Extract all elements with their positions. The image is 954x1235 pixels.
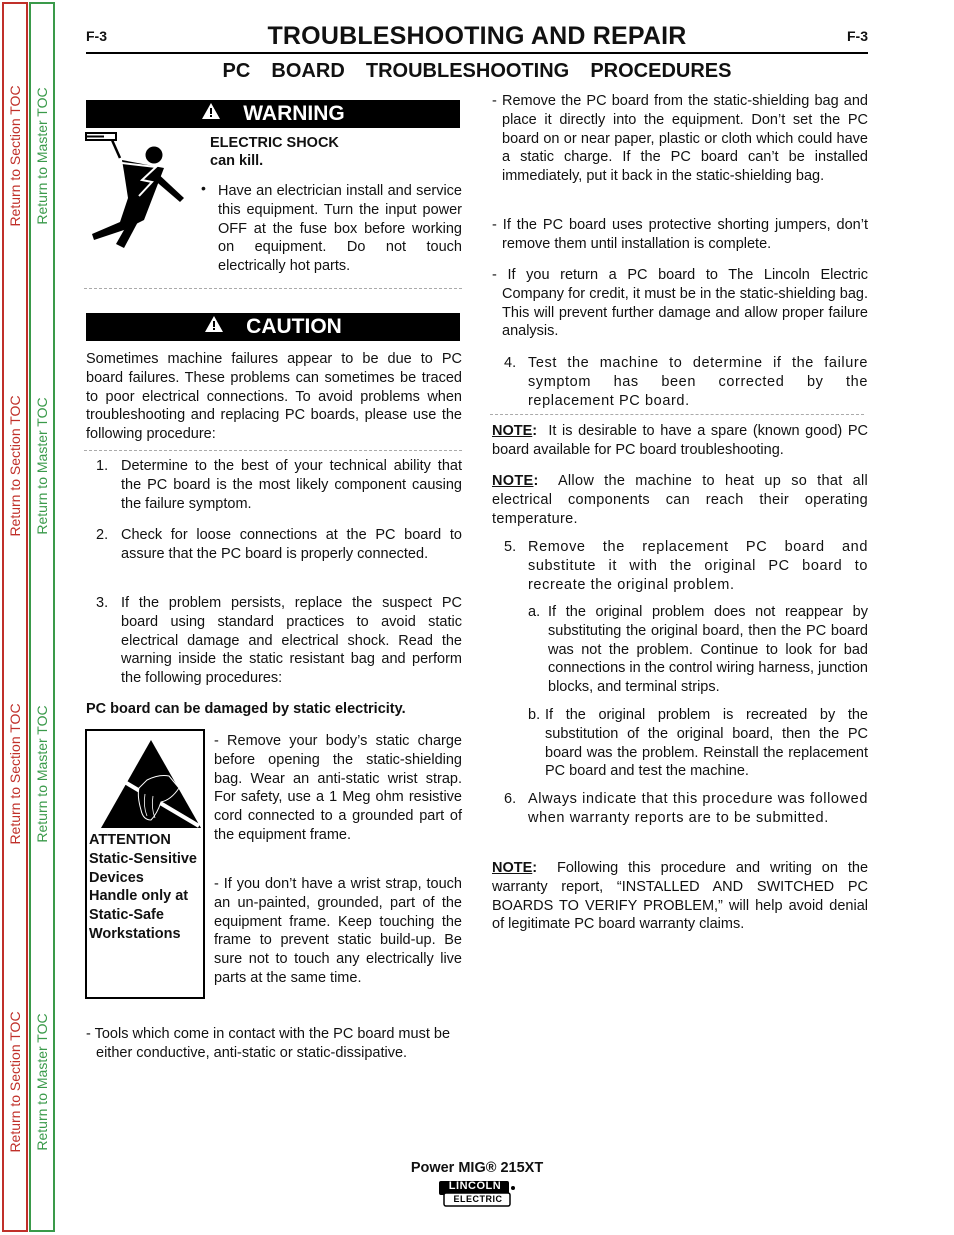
caution-banner: CAUTION [86,313,460,341]
step-text: Check for loose connections at the PC bo… [121,527,462,562]
esd-label-line: Handle only at [89,888,189,905]
return-to-section-toc-link[interactable]: Return to Section TOC [7,703,23,844]
step-number: 6. [504,791,517,807]
dashed-divider [84,288,462,289]
step-text: Determine to the best of your technical … [121,458,462,512]
logo-top-text: LINCOLN [448,1180,502,1192]
note-2: NOTE: Allow the machine to heat up so th… [492,473,869,527]
section-subtitle: PC BOARD TROUBLESHOOTING PROCEDURES [222,60,732,82]
note-3-text: Following this procedure and writing on … [492,860,869,933]
caution-banner-label: CAUTION [246,315,342,338]
right-dash-item-3: - If you return a PC board to The Lincol… [492,267,868,340]
substep-text: If the original problem is recreated by … [545,707,868,780]
esd-label-line: Static-Safe [89,907,164,924]
page-title: TROUBLESHOOTING AND REPAIR [267,22,687,50]
step-number: 3. [96,595,109,611]
return-to-master-toc-link[interactable]: Return to Master TOC [34,397,50,534]
esd-label-text: ATTENTION Static-Sensitive Devices Handl… [89,831,197,944]
step-text: If the problem persists, replace the sus… [121,595,462,687]
electric-shock-heading: ELECTRIC SHOCK can kill. [210,134,339,170]
right-dash-item-1: - Remove the PC board from the static-sh… [492,93,868,185]
esd-attention-label: ATTENTION Static-Sensitive Devices Handl… [85,729,205,999]
static-paragraph-1: - Remove your body’s static charge befor… [214,733,462,843]
warning-text: Have an electrician install and service … [218,183,462,275]
step-number: 1. [96,458,109,474]
substep-letter: a. [528,604,541,620]
esd-label-line: Static-Sensitive [89,850,197,867]
electric-shock-icon [84,130,204,248]
substep-letter: b. [528,707,541,723]
warning-banner-label: WARNING [243,102,345,125]
right-dash-item-2: - If the PC board uses protective shorti… [492,217,868,252]
bullet: • [201,180,206,196]
warning-banner: WARNING [86,100,460,128]
esd-label-line: ATTENTION [89,832,171,848]
electric-shock-heading-line1: ELECTRIC SHOCK [210,135,339,151]
return-to-section-toc-link[interactable]: Return to Section TOC [7,85,23,226]
step-number: 2. [96,527,109,543]
warning-triangle-icon [204,315,224,339]
tools-text: - Tools which come in contact with the P… [86,1026,451,1061]
dashed-divider [490,414,864,415]
product-model: Power MIG® 215XT [410,1160,544,1176]
return-to-master-toc-link[interactable]: Return to Master TOC [34,87,50,224]
esd-label-line: Devices [89,869,144,886]
step-number: 5. [504,539,517,555]
note-3: NOTE: Following this procedure and writi… [492,860,869,933]
return-to-section-toc-link[interactable]: Return to Section TOC [7,395,23,536]
warning-triangle-icon [201,102,221,126]
static-paragraph-2: - If you don’t have a wrist strap, touch… [214,876,462,986]
return-to-master-toc-link[interactable]: Return to Master TOC [34,1013,50,1150]
section-toc-strip: Return to Section TOC Return to Section … [2,2,28,1232]
note-label: NOTE [492,860,533,876]
return-to-master-toc-link[interactable]: Return to Master TOC [34,705,50,842]
static-heading: PC board can be damaged by static electr… [86,701,406,717]
title-rule [86,52,868,54]
note-label: NOTE [492,473,534,489]
step-number: 4. [504,355,517,371]
logo-bottom-text: ELECTRIC [453,1194,503,1204]
note-label: NOTE [492,423,533,439]
step-text: Always indicate that this procedure was … [528,791,868,826]
caution-intro: Sometimes machine failures appear to be … [86,351,462,443]
master-toc-strip: Return to Master TOC Return to Master TO… [29,2,55,1232]
esd-hand-icon [101,740,201,828]
step-text: Test the machine to determine if the fai… [528,355,868,409]
note-1-text: It is desirable to have a spare (known g… [492,423,868,458]
dashed-divider [84,450,462,451]
esd-label-line: Workstations [89,925,181,942]
substep-text: If the original problem does not reappea… [548,604,868,696]
electric-shock-heading-line2: can kill. [210,153,264,169]
step-text: Remove the replacement PC board and subs… [528,539,868,593]
note-1: NOTE: It is desirable to have a spare (k… [492,423,868,458]
lincoln-electric-logo: LINCOLN ELECTRIC [438,1180,518,1208]
return-to-section-toc-link[interactable]: Return to Section TOC [7,1011,23,1152]
note-2-text: Allow the machine to heat up so that all… [492,473,869,527]
